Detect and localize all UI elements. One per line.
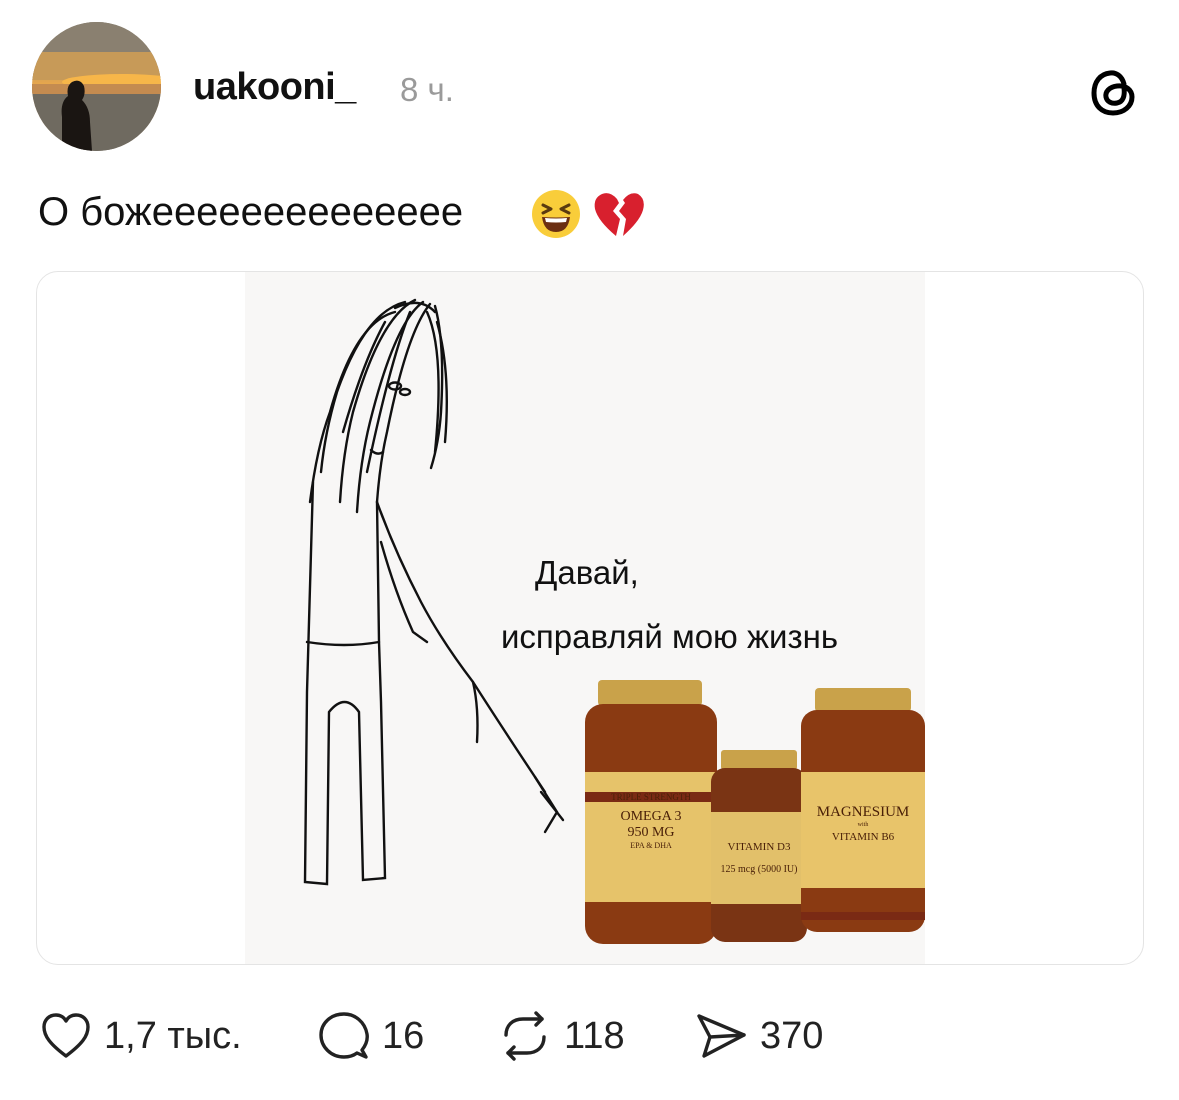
comment-button[interactable]: 16 — [318, 1008, 424, 1064]
share-count: 370 — [760, 1014, 824, 1057]
like-button[interactable]: 1,7 тыс. — [40, 1008, 242, 1064]
post-time: 8 ч. — [400, 71, 454, 108]
broken-heart-icon — [592, 189, 646, 241]
repost-button[interactable]: 118 — [498, 1008, 625, 1064]
laughing-emoji-icon — [530, 188, 582, 240]
bottle-label: OMEGA 3 — [620, 809, 681, 824]
repost-count: 118 — [564, 1014, 625, 1057]
bottle-label: 950 MG — [627, 825, 674, 840]
threads-icon[interactable] — [1090, 66, 1138, 118]
comment-icon — [319, 1012, 369, 1059]
share-button[interactable]: 370 — [694, 1008, 823, 1064]
repost-icon — [504, 1011, 546, 1061]
bottle-label: TRIPLE STRENGTH — [611, 792, 691, 802]
bottle-label: MAGNESIUM — [817, 804, 910, 820]
supplement-bottles: TRIPLE STRENGTH OMEGA 3 950 MG EPA & DHA… — [585, 680, 925, 944]
heart-icon — [42, 1013, 90, 1058]
post-text: О божееееееееееееее — [38, 190, 464, 234]
meme-image: Давай, исправляй мою жизнь TRIPLE STRENG… — [245, 272, 925, 964]
bottle-label: VITAMIN B6 — [832, 831, 895, 843]
username[interactable]: uakooni_ — [193, 66, 356, 109]
bottle-label: with — [858, 822, 869, 828]
share-icon — [697, 1014, 746, 1058]
post-media-card[interactable]: Давай, исправляй мою жизнь TRIPLE STRENG… — [36, 271, 1144, 965]
like-count: 1,7 тыс. — [104, 1014, 242, 1057]
bottle-label: 125 mcg (5000 IU) — [721, 864, 798, 875]
avatar[interactable] — [32, 22, 161, 151]
bottle-label: VITAMIN D3 — [728, 841, 791, 853]
comment-count: 16 — [382, 1014, 425, 1057]
bottle-label: EPA & DHA — [630, 841, 672, 850]
